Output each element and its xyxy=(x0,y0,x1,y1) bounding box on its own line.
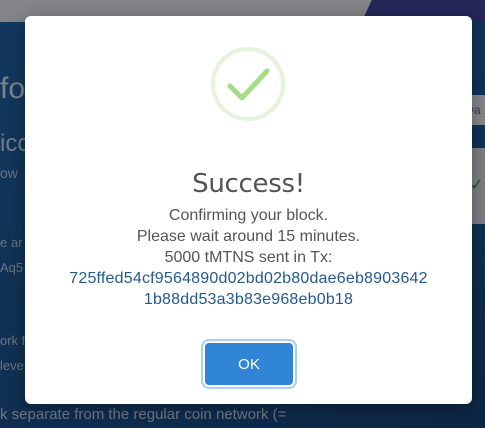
success-dialog: Success! Confirming your block. Please w… xyxy=(25,16,472,404)
message-line: 5000 tMTNS sent in Tx: xyxy=(164,249,333,266)
tx-hash-link[interactable]: 1b88dd53a3b83e968eb0b18 xyxy=(25,289,472,310)
checkmark-success-icon xyxy=(211,47,285,121)
dialog-message: Confirming your block. Please wait aroun… xyxy=(25,205,472,310)
ok-button[interactable]: OK xyxy=(205,343,293,385)
dialog-title: Success! xyxy=(192,169,305,199)
tx-hash-link[interactable]: 725ffed54cf9564890d02bd02b80dae6eb890364… xyxy=(25,268,472,289)
screen: fo ico ow e ar Aq5 ork f leve k separate… xyxy=(0,0,485,428)
message-line: Please wait around 15 minutes. xyxy=(136,228,361,245)
message-line: Confirming your block. xyxy=(168,207,329,224)
